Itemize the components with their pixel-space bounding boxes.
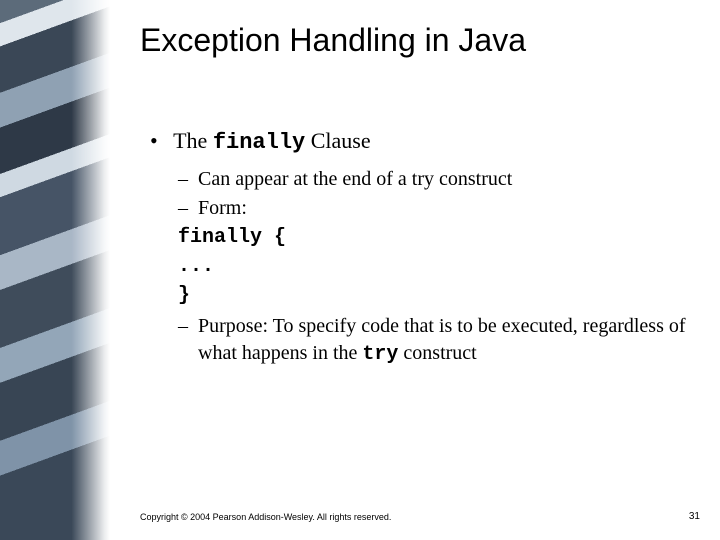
sub1-text: Can appear at the end of a try construct (198, 168, 512, 190)
bullet1-text-prefix: The (173, 128, 213, 153)
background-image-strip (0, 0, 110, 540)
sub-bullet-2: –Form: (178, 195, 690, 222)
page-number: 31 (689, 511, 700, 522)
slide: Exception Handling in Java • The finally… (0, 0, 720, 540)
sub-bullet-list: –Can appear at the end of a try construc… (178, 166, 690, 222)
bullet1-code: finally (213, 130, 305, 155)
sub-bullet-3: –Purpose: To specify code that is to be … (178, 313, 690, 368)
sub3-code: try (362, 343, 398, 366)
dash-icon: – (178, 195, 198, 222)
sub-bullet-1: –Can appear at the end of a try construc… (178, 166, 690, 193)
code-line-1: finally { (178, 224, 690, 251)
dash-icon: – (178, 313, 198, 340)
code-line-2: ... (178, 253, 690, 280)
sub-bullet-list-2: –Purpose: To specify code that is to be … (178, 313, 690, 368)
slide-content: • The finally Clause –Can appear at the … (150, 120, 690, 370)
code-line-3: } (178, 282, 690, 309)
bullet-level1: • The finally Clause (150, 126, 690, 158)
bullet-dot-icon: • (150, 126, 168, 156)
slide-title: Exception Handling in Java (140, 22, 526, 59)
dash-icon: – (178, 166, 198, 193)
sub2-text: Form: (198, 197, 247, 219)
bullet1-text-suffix: Clause (305, 128, 370, 153)
sub3-suffix: construct (398, 342, 476, 364)
copyright-footer: Copyright © 2004 Pearson Addison-Wesley.… (140, 512, 391, 522)
